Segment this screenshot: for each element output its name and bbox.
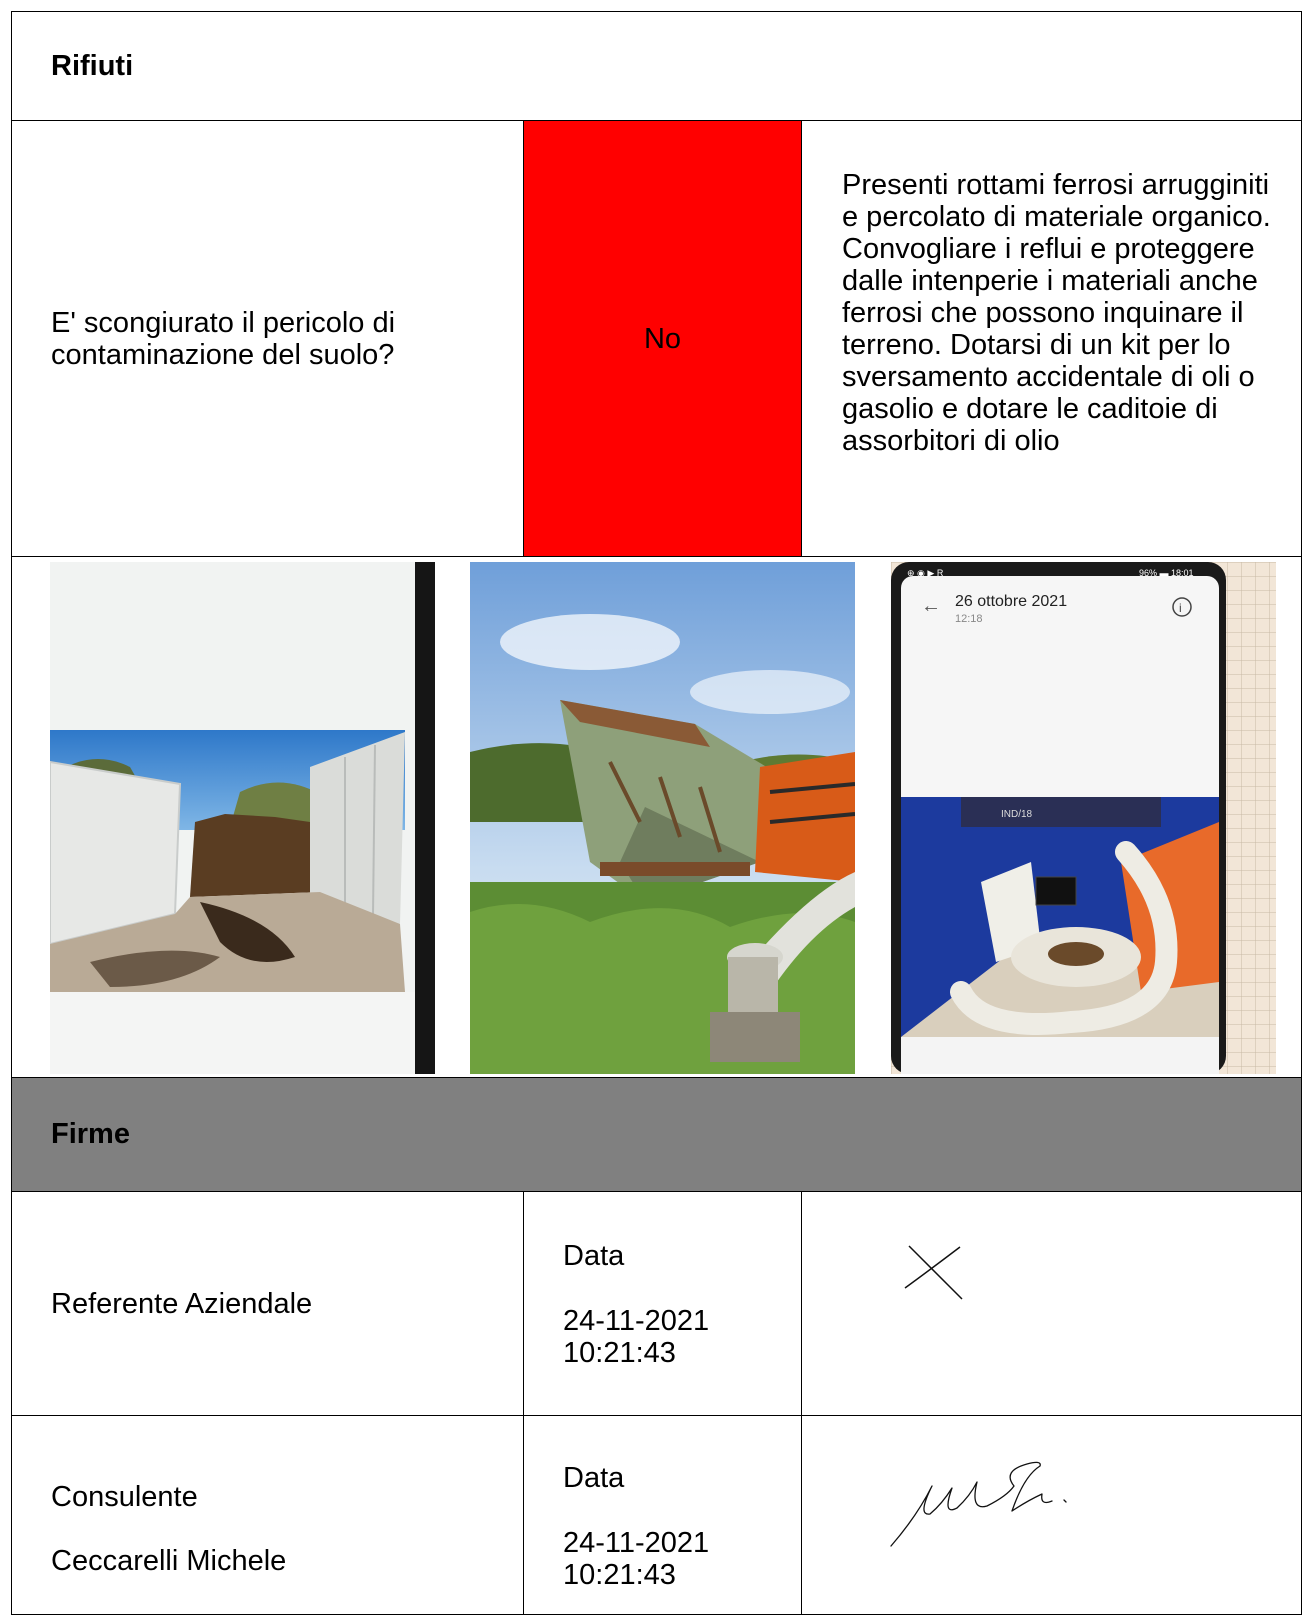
signature-cell bbox=[801, 1191, 1302, 1416]
date-value: 24-11-2021 10:21:43 bbox=[563, 1527, 710, 1591]
signature-cell bbox=[801, 1415, 1302, 1615]
section-header-firme: Firme bbox=[11, 1077, 1302, 1192]
answer-cell: No bbox=[523, 120, 802, 557]
signer-role: Referente Aziendale bbox=[51, 1287, 313, 1320]
signature-row-consulente: Consulente Ceccarelli Michele bbox=[11, 1415, 524, 1615]
phone-time: 12:18 bbox=[955, 613, 983, 625]
section-title: Firme bbox=[51, 1118, 130, 1150]
photo-phone-spill-kit: ⊕ ◉ ▶ R 96% ▬ 18:01 ← 26 ottobre 2021 12… bbox=[891, 562, 1276, 1074]
date-label: Data bbox=[563, 1240, 625, 1272]
back-arrow-icon: ← bbox=[921, 595, 941, 617]
svg-text:i: i bbox=[1179, 601, 1182, 615]
date-cell: Data 24-11-2021 10:21:43 bbox=[523, 1415, 802, 1615]
signer-role: Consulente bbox=[51, 1481, 198, 1513]
signature-mark-referente bbox=[904, 1245, 963, 1300]
section-header-rifiuti: Rifiuti bbox=[11, 11, 1302, 121]
answer-value: No bbox=[643, 322, 682, 355]
signer-name: Ceccarelli Michele bbox=[51, 1545, 287, 1577]
photo-manure-storage bbox=[50, 562, 435, 1074]
note-text: Presenti rottami ferrosi arrugginiti e p… bbox=[842, 169, 1271, 457]
kit-label: IND/18 bbox=[1001, 809, 1033, 820]
photo-rusty-machinery bbox=[470, 562, 855, 1074]
note-cell: Presenti rottami ferrosi arrugginiti e p… bbox=[801, 120, 1302, 557]
signature-row-referente: Referente Aziendale bbox=[11, 1191, 524, 1416]
question-cell: E' scongiurato il pericolo di contaminaz… bbox=[11, 120, 524, 557]
question-text: E' scongiurato il pericolo di contaminaz… bbox=[51, 306, 396, 371]
section-title: Rifiuti bbox=[51, 49, 134, 82]
date-value: 24-11-2021 10:21:43 bbox=[563, 1305, 710, 1369]
date-cell: Data 24-11-2021 10:21:43 bbox=[523, 1191, 802, 1416]
phone-status: 96% ▬ 18:01 bbox=[1139, 568, 1194, 578]
phone-date: 26 ottobre 2021 bbox=[955, 593, 1067, 610]
svg-text:⊕ ◉ ▶ R: ⊕ ◉ ▶ R bbox=[907, 568, 944, 578]
date-label: Data bbox=[563, 1462, 625, 1494]
signature-mark-consulente bbox=[890, 1461, 1067, 1547]
